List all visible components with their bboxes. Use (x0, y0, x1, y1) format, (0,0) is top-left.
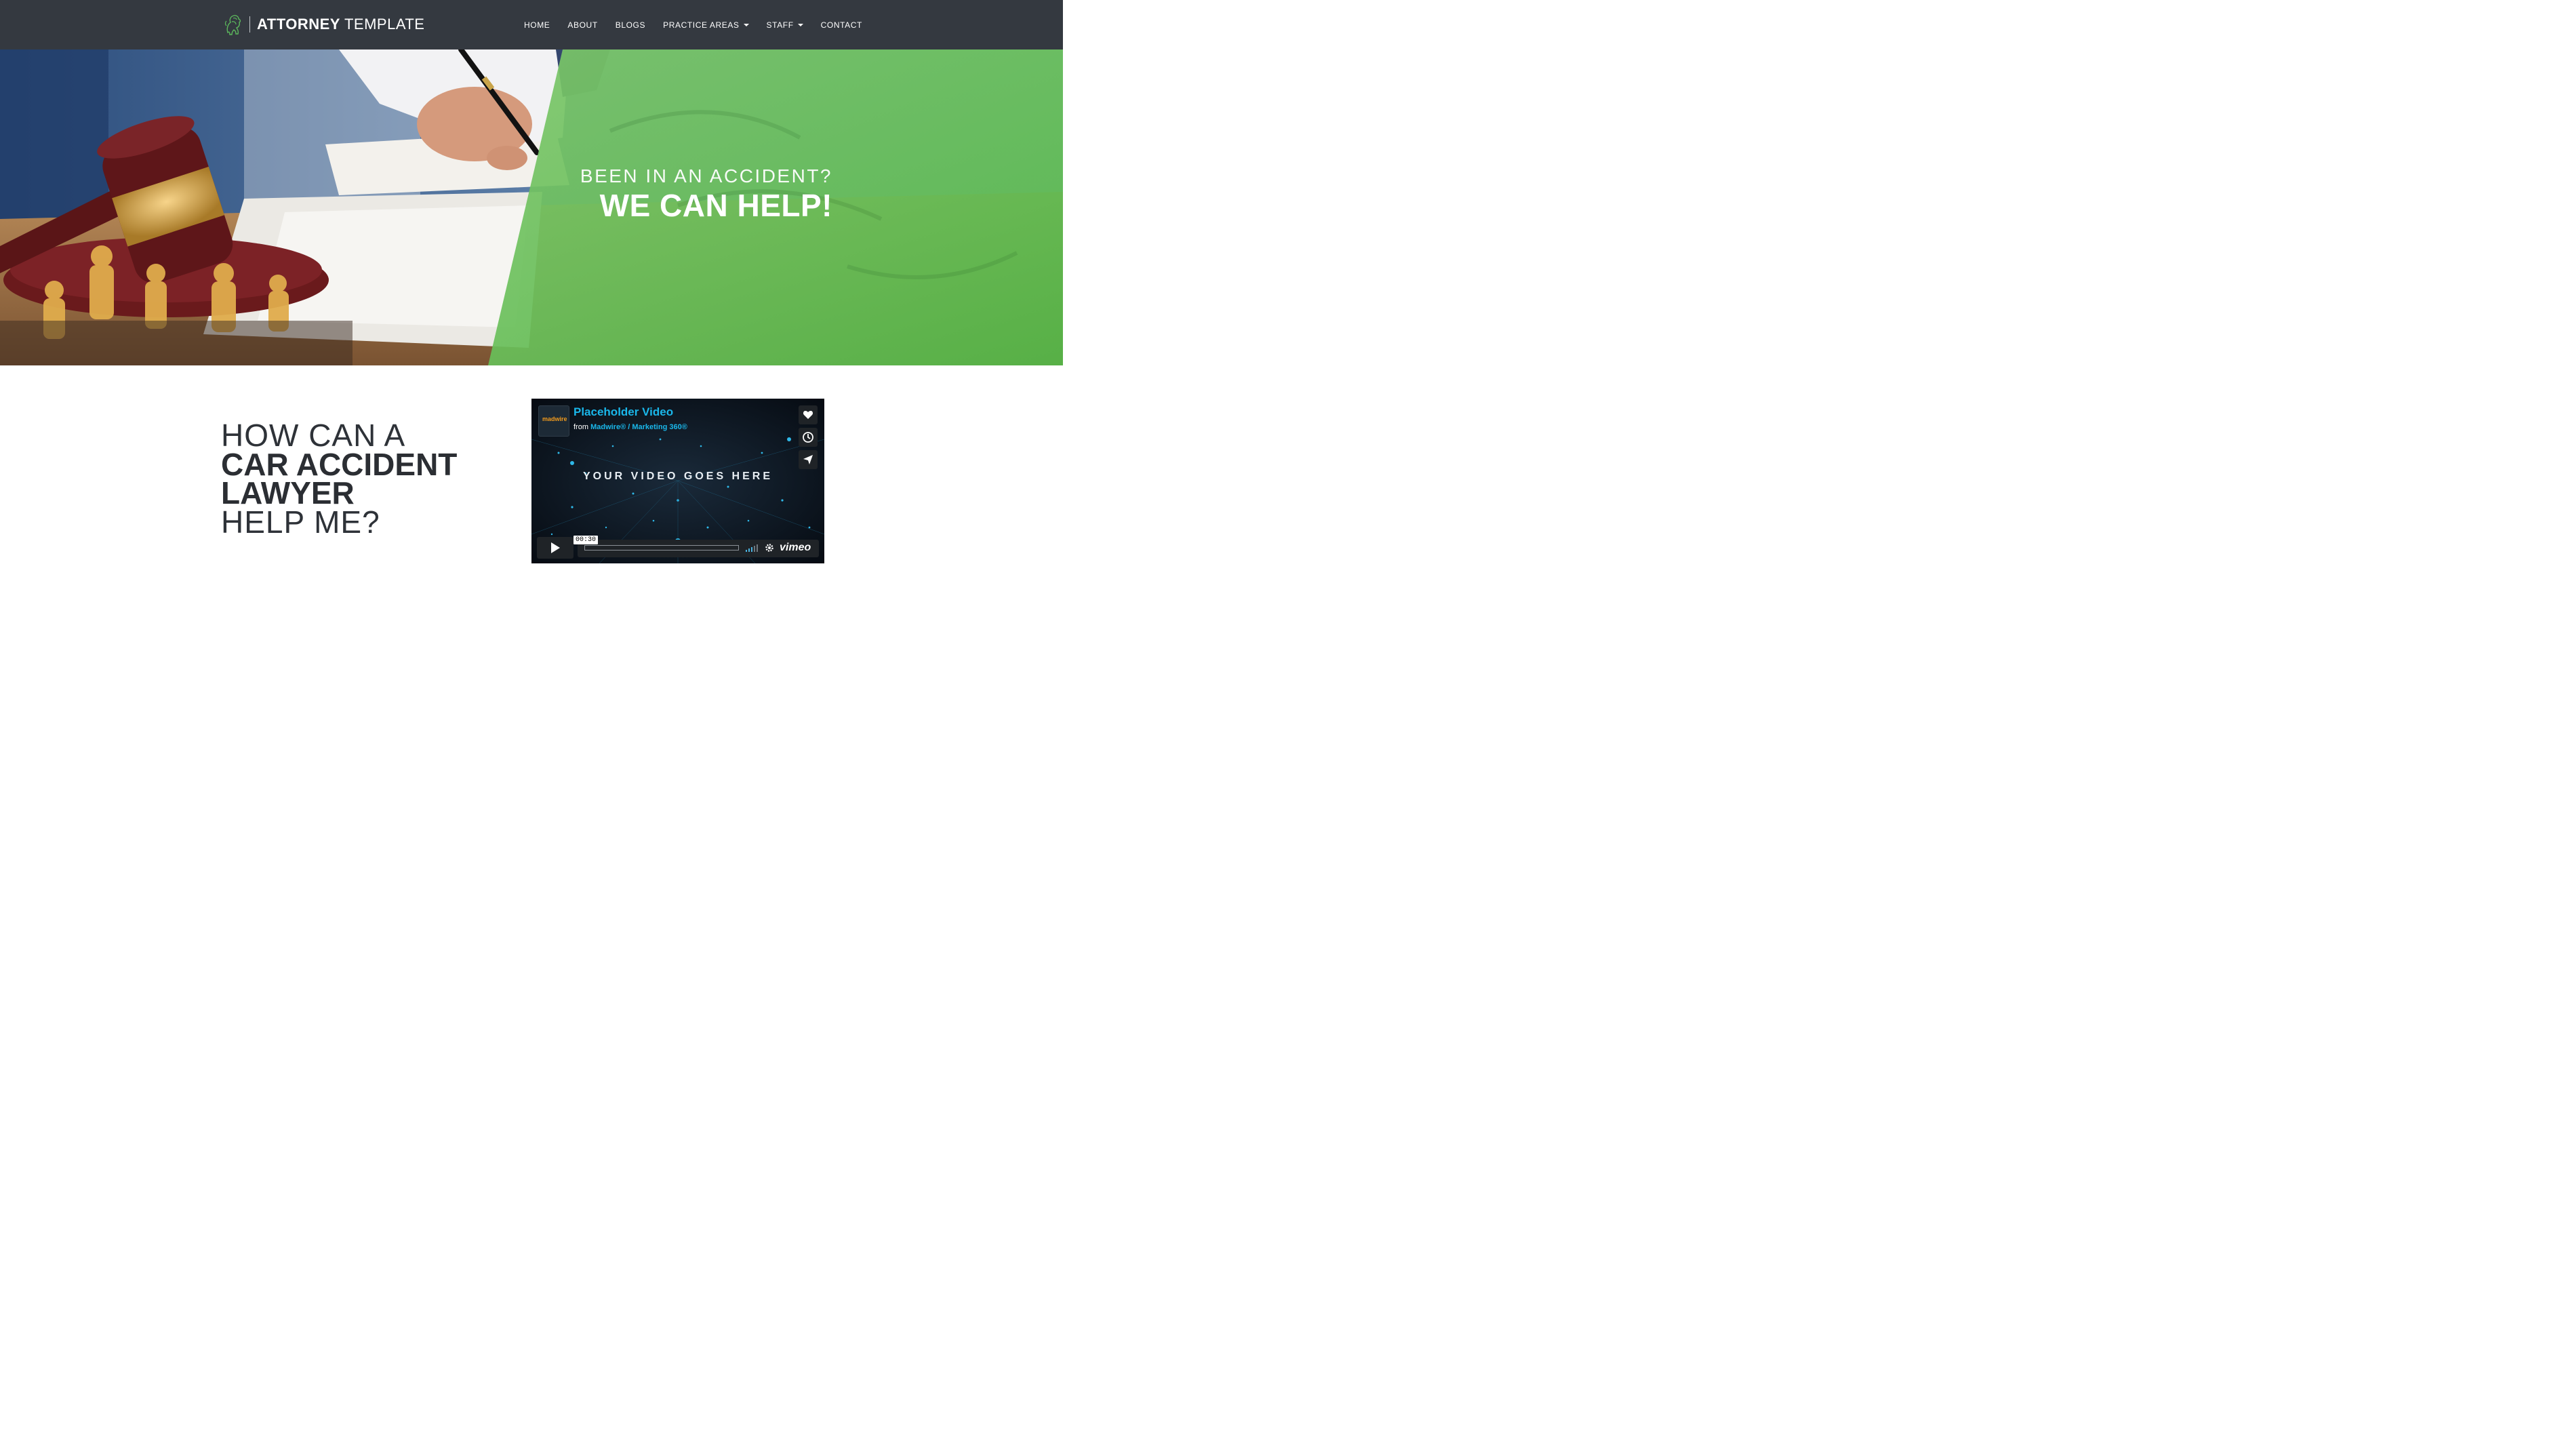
nav-practice-areas-label: PRACTICE AREAS (663, 20, 740, 30)
brand-name-light: TEMPLATE (344, 16, 425, 33)
headline-line-3: LAWYER (221, 475, 355, 511)
video-timestamp: 00:30 (573, 536, 599, 544)
vimeo-logo[interactable]: vimeo (780, 542, 811, 554)
gear-icon[interactable] (765, 543, 774, 553)
play-button[interactable] (537, 537, 573, 559)
top-navbar: ATTORNEY TEMPLATE HOME ABOUT BLOGS PRACTI… (0, 0, 1063, 49)
share-button[interactable] (799, 450, 818, 469)
nav-contact[interactable]: CONTACT (812, 20, 871, 30)
nav-staff[interactable]: STAFF (758, 20, 812, 30)
channel-avatar[interactable]: madwire (538, 405, 569, 437)
lion-logo-icon (224, 15, 241, 35)
brand-divider (249, 16, 250, 33)
nav-staff-label: STAFF (766, 20, 794, 30)
caret-down-icon (797, 23, 803, 26)
video-center-text: YOUR VIDEO GOES HERE (582, 471, 773, 482)
nav-contact-label: CONTACT (820, 20, 862, 30)
nav-home[interactable]: HOME (515, 20, 559, 30)
headline-line-2: CAR ACCIDENT (221, 447, 458, 482)
hero-pre-heading: BEEN IN AN ACCIDENT? (580, 165, 832, 186)
brand-name-bold: ATTORNEY (257, 16, 340, 33)
nav-about[interactable]: ABOUT (559, 20, 606, 30)
nav-blogs[interactable]: BLOGS (607, 20, 654, 30)
hero-text: BEEN IN AN ACCIDENT? WE CAN HELP! (515, 165, 832, 223)
nav-practice-areas[interactable]: PRACTICE AREAS (654, 20, 757, 30)
video-progress-track[interactable] (584, 545, 739, 551)
like-button[interactable] (799, 405, 818, 424)
channel-logo-text: madwire (542, 416, 567, 422)
volume-icon[interactable] (746, 544, 759, 552)
play-icon (551, 542, 560, 553)
hero-banner: BEEN IN AN ACCIDENT? WE CAN HELP! (0, 49, 1063, 365)
video-title[interactable]: Placeholder Video (573, 405, 673, 419)
watch-later-button[interactable] (799, 428, 818, 447)
video-player[interactable]: madwire Placeholder Video from Madwire® … (531, 399, 824, 563)
nav-about-label: ABOUT (567, 20, 598, 30)
brand-logo-link[interactable]: ATTORNEY TEMPLATE (224, 12, 425, 37)
send-icon (803, 455, 813, 464)
hero-heading: WE CAN HELP! (599, 188, 832, 223)
channel-link[interactable]: Madwire® / Marketing 360® (590, 423, 687, 431)
video-byline: from Madwire® / Marketing 360® (573, 423, 687, 431)
headline-line-1: HOW CAN A (221, 418, 406, 453)
clock-icon (803, 432, 813, 443)
nav-home-label: HOME (524, 20, 550, 30)
section-headline: HOW CAN A CAR ACCIDENT LAWYER HELP ME? (221, 418, 458, 540)
brand-name: ATTORNEY TEMPLATE (257, 16, 425, 33)
nav-blogs-label: BLOGS (615, 20, 646, 30)
headline-line-4: HELP ME? (221, 504, 380, 540)
byline-prefix: from (573, 423, 588, 431)
caret-down-icon (743, 23, 749, 26)
main-nav: HOME ABOUT BLOGS PRACTICE AREAS STAFF CO… (515, 0, 871, 49)
heart-icon (803, 411, 813, 419)
